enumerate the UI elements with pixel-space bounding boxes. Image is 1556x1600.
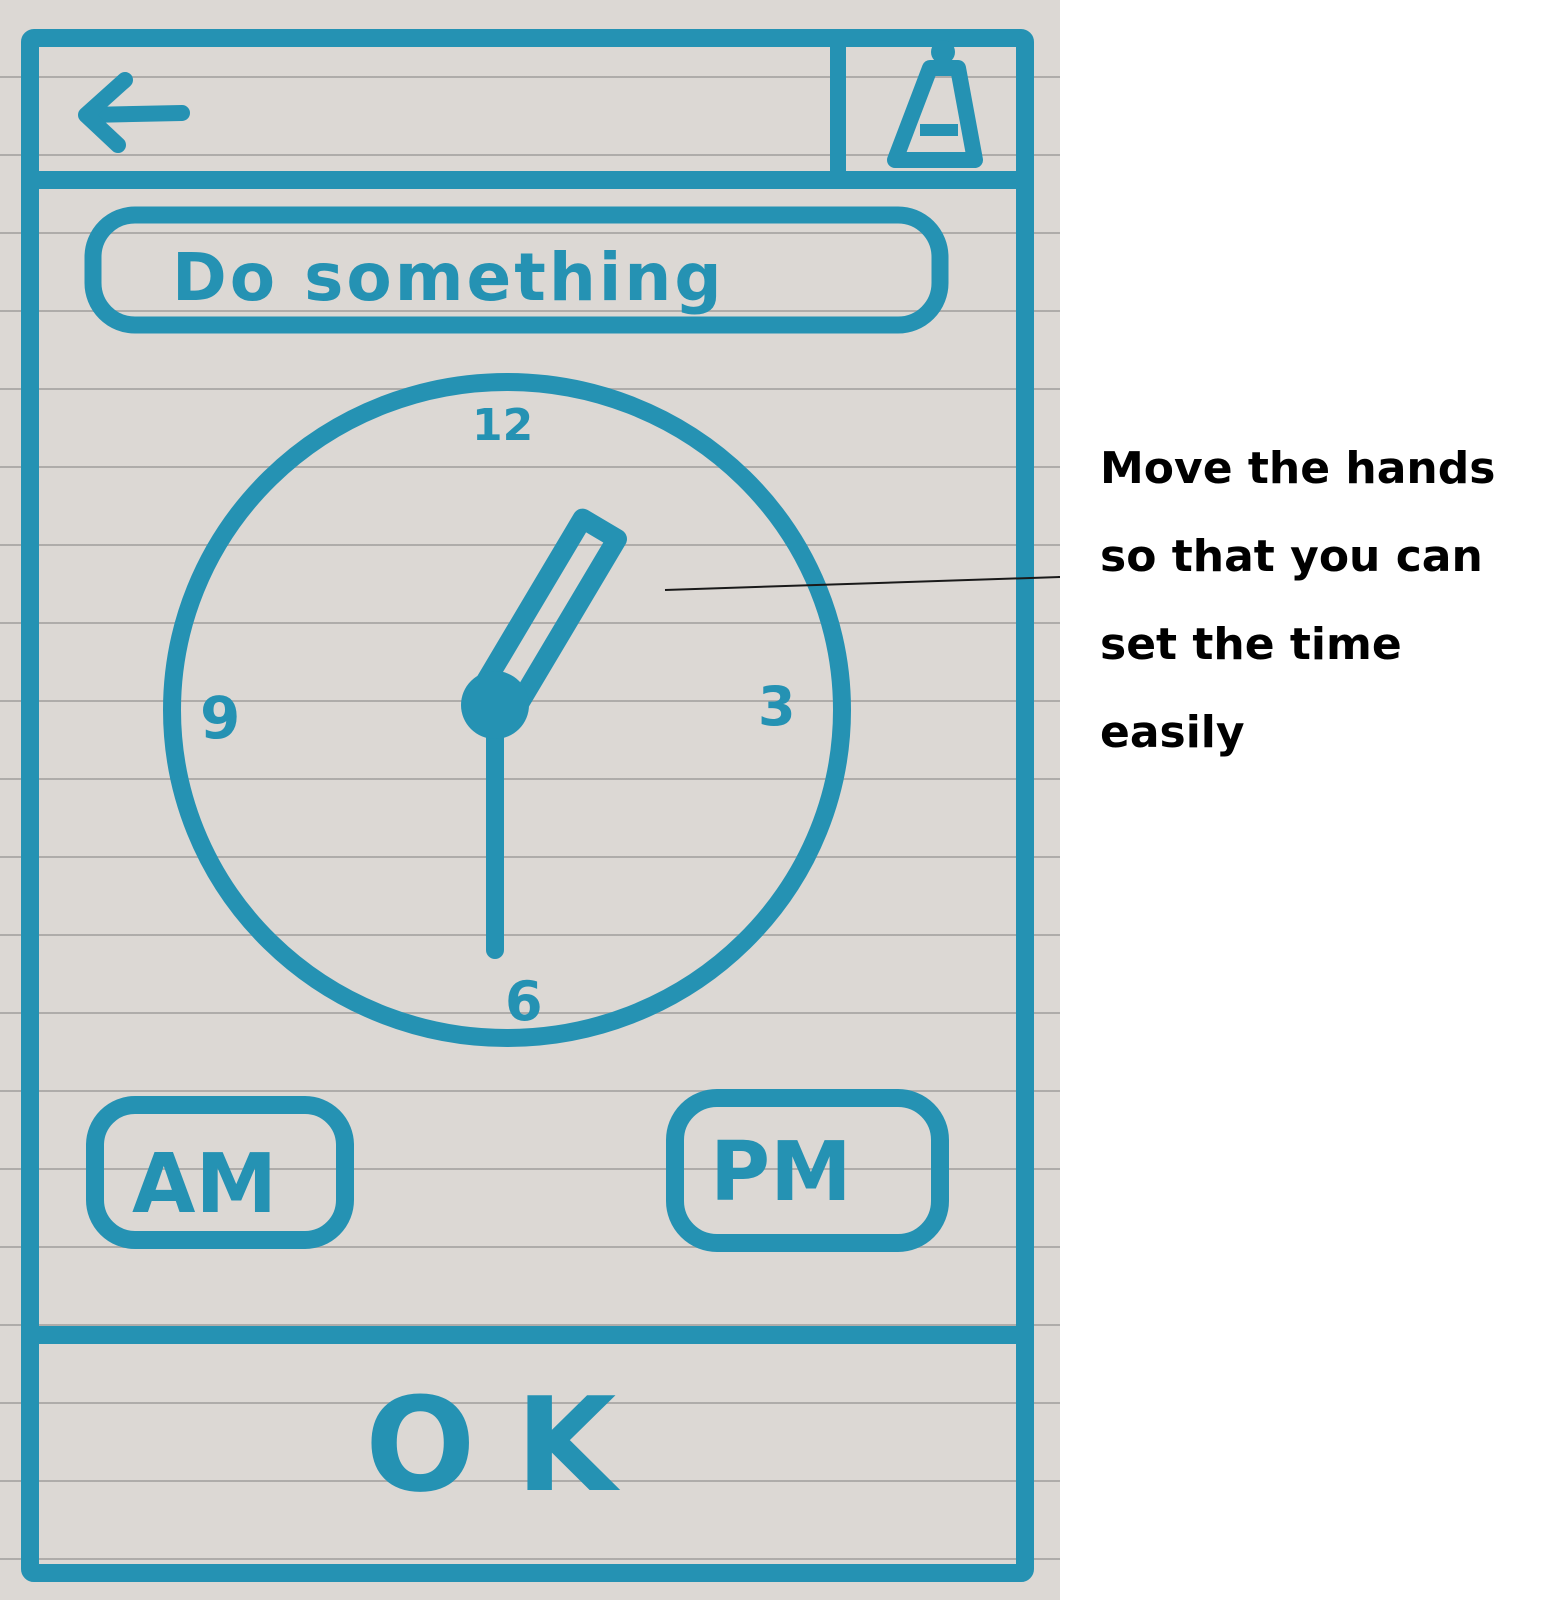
clock-center xyxy=(461,671,529,739)
header-bar xyxy=(30,38,1025,189)
pm-button-label: PM xyxy=(710,1125,852,1220)
numeral-6: 6 xyxy=(505,970,543,1033)
clock-face[interactable]: 12 3 6 9 xyxy=(163,373,851,1047)
numeral-3: 3 xyxy=(758,675,796,738)
left-arrow-icon[interactable] xyxy=(78,72,190,153)
annotation-line: set the time xyxy=(1100,619,1402,670)
annotation-leader xyxy=(664,576,1060,591)
annotation-line: easily xyxy=(1100,707,1245,758)
task-input[interactable]: Do something xyxy=(84,206,949,334)
annotation-line: so that you can xyxy=(1100,531,1483,582)
ok-button[interactable]: OK xyxy=(30,1326,1025,1521)
annotation-note: Move the hands so that you can set the t… xyxy=(1100,425,1540,777)
annotation-leader-tail xyxy=(1058,576,1060,578)
wireframe-sketch: Do something 12 3 6 9 AM PM OK xyxy=(21,29,1060,1582)
numeral-9: 9 xyxy=(200,684,240,752)
pm-button[interactable]: PM xyxy=(666,1089,949,1252)
annotation-line: Move the hands xyxy=(1100,443,1496,494)
ok-button-label: OK xyxy=(365,1369,656,1521)
task-input-value: Do something xyxy=(172,239,725,316)
am-button-label: AM xyxy=(132,1137,277,1232)
bell-icon[interactable] xyxy=(887,40,983,168)
sketch-paper: Do something 12 3 6 9 AM PM OK xyxy=(0,0,1060,1600)
am-button[interactable]: AM xyxy=(86,1096,354,1249)
numeral-12: 12 xyxy=(472,400,533,451)
